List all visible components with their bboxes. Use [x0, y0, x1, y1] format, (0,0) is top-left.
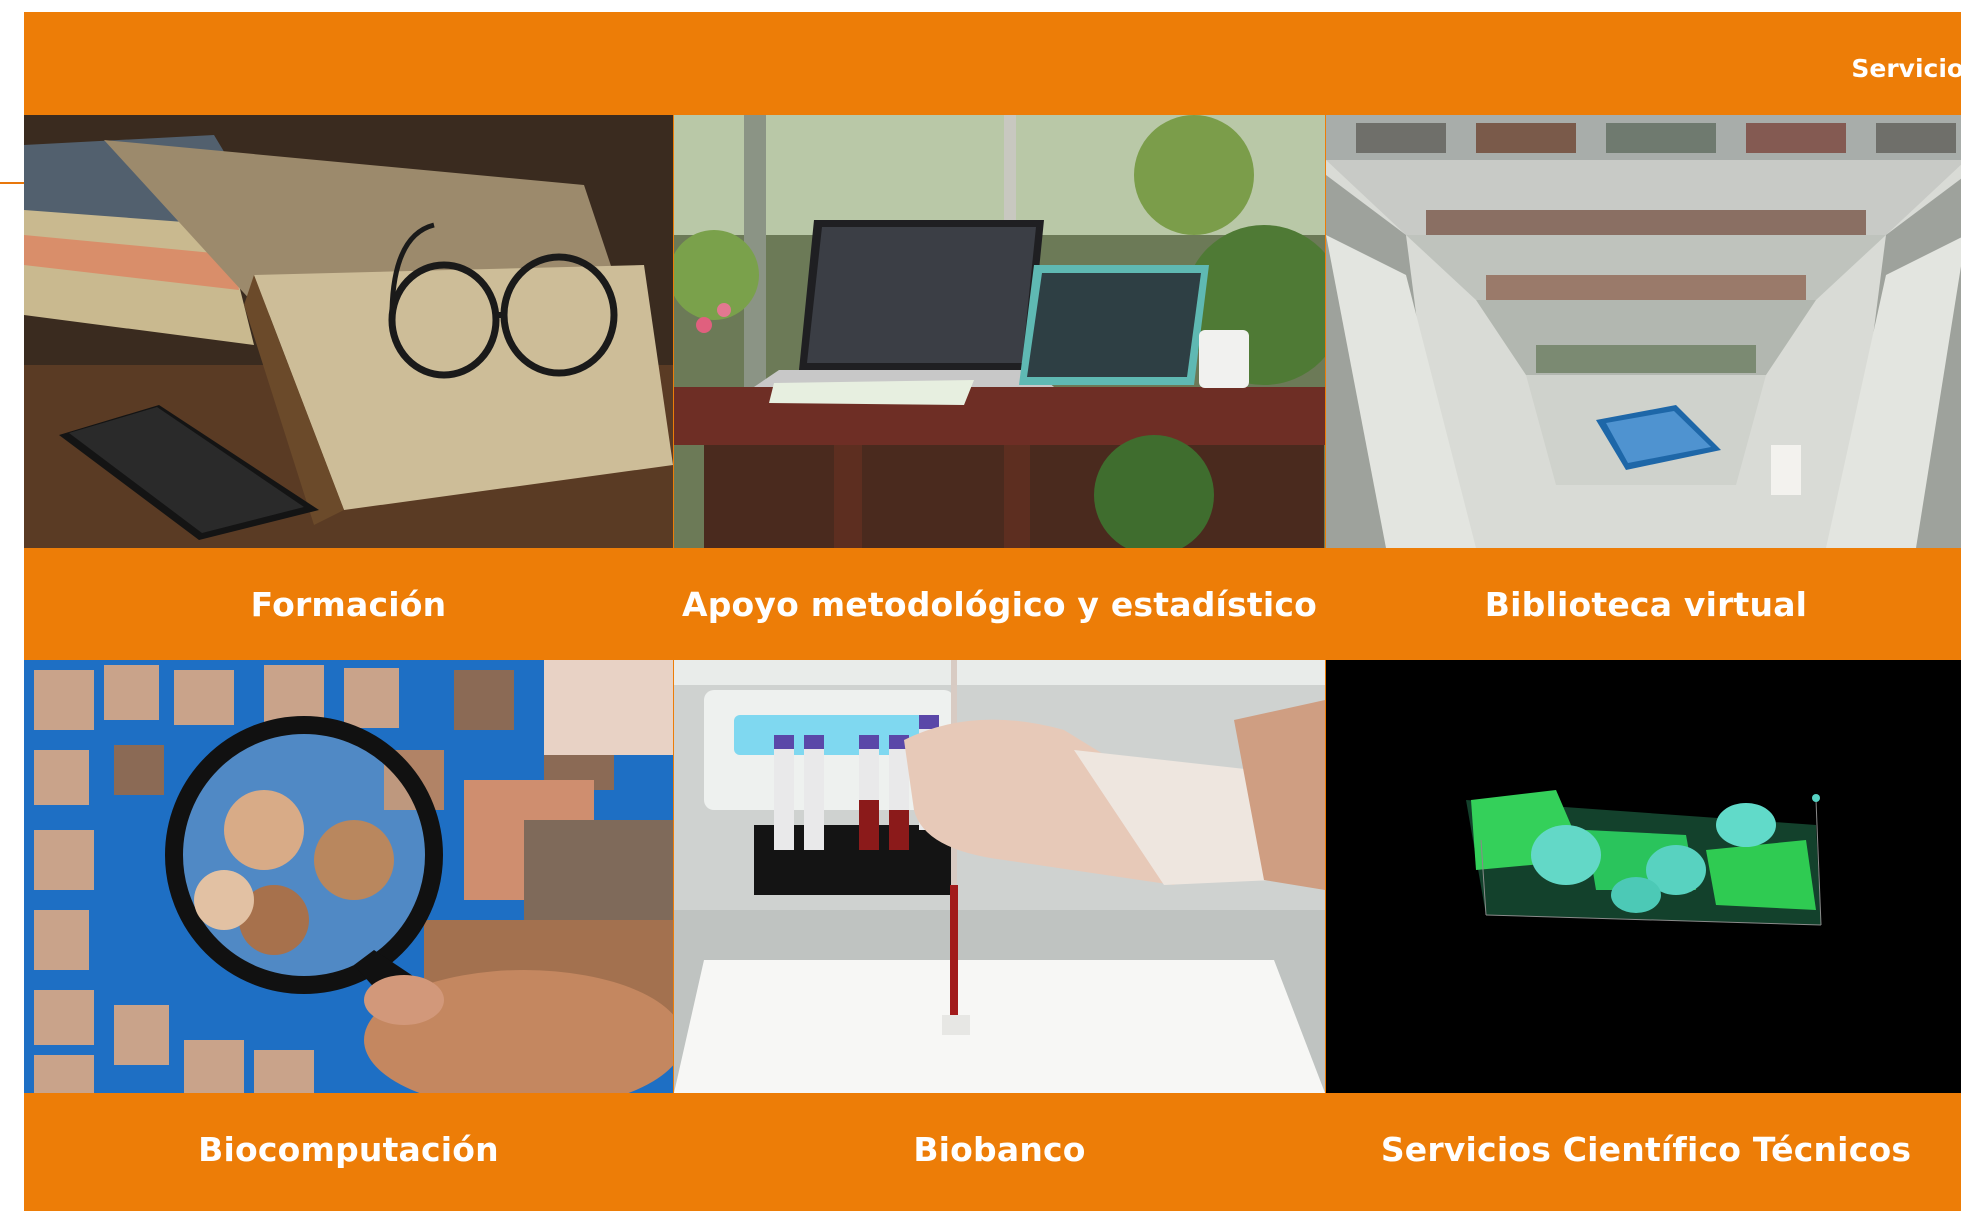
tile-servicios-cientifico-tecnicos[interactable]: Servicios Científico Técnicos	[1326, 660, 1961, 1205]
biocomputacion-image	[24, 660, 673, 1093]
biobanco-image	[674, 660, 1325, 1093]
tile-label: Formación	[250, 584, 447, 624]
services-grid: Formación Apoyo metodológico y estadísti…	[24, 115, 1961, 1205]
tile-label: Biobanco	[913, 1129, 1086, 1169]
side-divider	[0, 182, 24, 184]
servicios-image	[1326, 660, 1961, 1093]
tile-label: Biblioteca virtual	[1484, 584, 1808, 624]
tile-biobanco[interactable]: Biobanco	[674, 660, 1325, 1205]
services-row-1: Formación Apoyo metodológico y estadísti…	[24, 115, 1961, 660]
apoyo-image	[674, 115, 1325, 548]
biblioteca-image	[1326, 115, 1961, 548]
tile-label: Apoyo metodológico y estadístico	[681, 584, 1317, 624]
tile-label: Servicios Científico Técnicos	[1380, 1129, 1912, 1169]
tile-apoyo-metodologico[interactable]: Apoyo metodológico y estadístico	[674, 115, 1325, 660]
tile-biblioteca-virtual[interactable]: Biblioteca virtual	[1326, 115, 1961, 660]
services-row-2: Biocomputación Biobanco Servicios Cientí…	[24, 660, 1961, 1205]
services-nav-link[interactable]: Servicios	[1851, 54, 1961, 83]
tile-biocomputacion[interactable]: Biocomputación	[24, 660, 673, 1205]
formacion-image	[24, 115, 673, 548]
services-panel: Servicios	[24, 12, 1961, 1211]
tile-formacion[interactable]: Formación	[24, 115, 673, 660]
tile-label: Biocomputación	[198, 1129, 499, 1169]
